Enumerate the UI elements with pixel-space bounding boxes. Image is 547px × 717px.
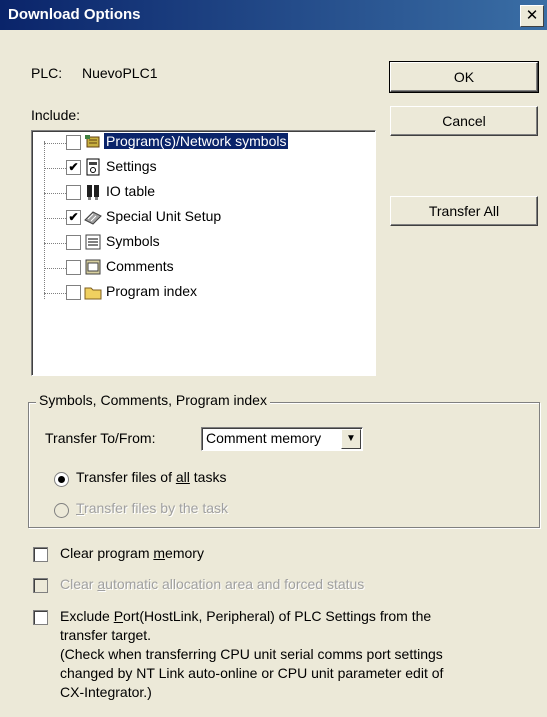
window-title: Download Options (8, 6, 141, 23)
ok-button[interactable]: OK (389, 61, 539, 93)
special-unit-icon (84, 211, 102, 225)
tree-label-special-unit: Special Unit Setup (106, 208, 222, 224)
transfer-to-from-select[interactable]: Comment memory ▼ (201, 427, 363, 451)
include-label: Include: (31, 107, 81, 123)
clear-program-memory-label[interactable]: Clear program memory (60, 545, 204, 561)
tree-checkbox-symbols[interactable] (66, 235, 81, 250)
transfer-to-from-value: Comment memory (206, 430, 322, 446)
tree-label-symbols: Symbols (106, 233, 160, 249)
include-tree[interactable]: Program(s)/Network symbols ✔ Settings IO… (31, 130, 376, 376)
tree-label-program: Program(s)/Network symbols (102, 132, 290, 150)
close-button[interactable]: ✕ (520, 5, 544, 27)
transfer-all-button[interactable]: Transfer All (390, 196, 538, 226)
radio-transfer-by-task-label: Transfer files by the task (76, 500, 228, 516)
settings-icon (86, 158, 100, 176)
tree-item-comments[interactable]: Comments (32, 256, 372, 280)
group-title: Symbols, Comments, Program index (36, 392, 270, 408)
tree-checkbox-special-unit[interactable]: ✔ (66, 210, 81, 225)
tree-checkbox-io-table[interactable] (66, 185, 81, 200)
tree-item-special-unit[interactable]: ✔ Special Unit Setup (32, 206, 372, 230)
tree-item-settings[interactable]: ✔ Settings (32, 156, 372, 180)
io-table-icon (87, 185, 99, 200)
clear-program-memory-checkbox[interactable] (33, 547, 48, 562)
tree-label-comments: Comments (106, 258, 174, 274)
tree-label-settings: Settings (106, 158, 157, 174)
close-icon: ✕ (525, 7, 539, 24)
comments-icon (85, 259, 101, 275)
exclude-port-label[interactable]: Exclude Port(HostLink, Peripheral) of PL… (60, 607, 443, 702)
program-icon (85, 135, 100, 148)
tree-item-symbols[interactable]: Symbols (32, 231, 372, 255)
symbols-icon (85, 234, 101, 250)
radio-transfer-by-task[interactable] (54, 503, 69, 518)
clear-automatic-allocation-label: Clear automatic allocation area and forc… (60, 576, 365, 592)
tree-checkbox-comments[interactable] (66, 260, 81, 275)
transfer-to-from-label: Transfer To/From: (45, 430, 156, 446)
exclude-port-checkbox[interactable] (33, 610, 48, 625)
cancel-button[interactable]: Cancel (390, 106, 538, 136)
chevron-down-icon[interactable]: ▼ (341, 429, 361, 449)
tree-item-program[interactable]: Program(s)/Network symbols (32, 131, 372, 155)
folder-icon (84, 287, 102, 300)
tree-label-program-index: Program index (106, 283, 198, 299)
tree-checkbox-program-index[interactable] (66, 285, 81, 300)
tree-checkbox-program[interactable] (66, 135, 81, 150)
tree-checkbox-settings[interactable]: ✔ (66, 160, 81, 175)
radio-transfer-all-tasks-label[interactable]: Transfer files of all tasks (76, 469, 226, 485)
clear-automatic-allocation-checkbox[interactable] (33, 578, 48, 593)
tree-item-program-index[interactable]: Program index (32, 281, 372, 305)
plc-label: PLC: (31, 65, 63, 81)
download-options-dialog: Download Options ✕ PLC: NuevoPLC1 Includ… (0, 0, 547, 717)
plc-name: NuevoPLC1 (82, 65, 158, 81)
title-bar[interactable]: Download Options ✕ (0, 0, 547, 30)
tree-item-io-table[interactable]: IO table (32, 181, 372, 205)
radio-transfer-all-tasks[interactable] (54, 472, 69, 487)
tree-label-io-table: IO table (106, 183, 156, 199)
